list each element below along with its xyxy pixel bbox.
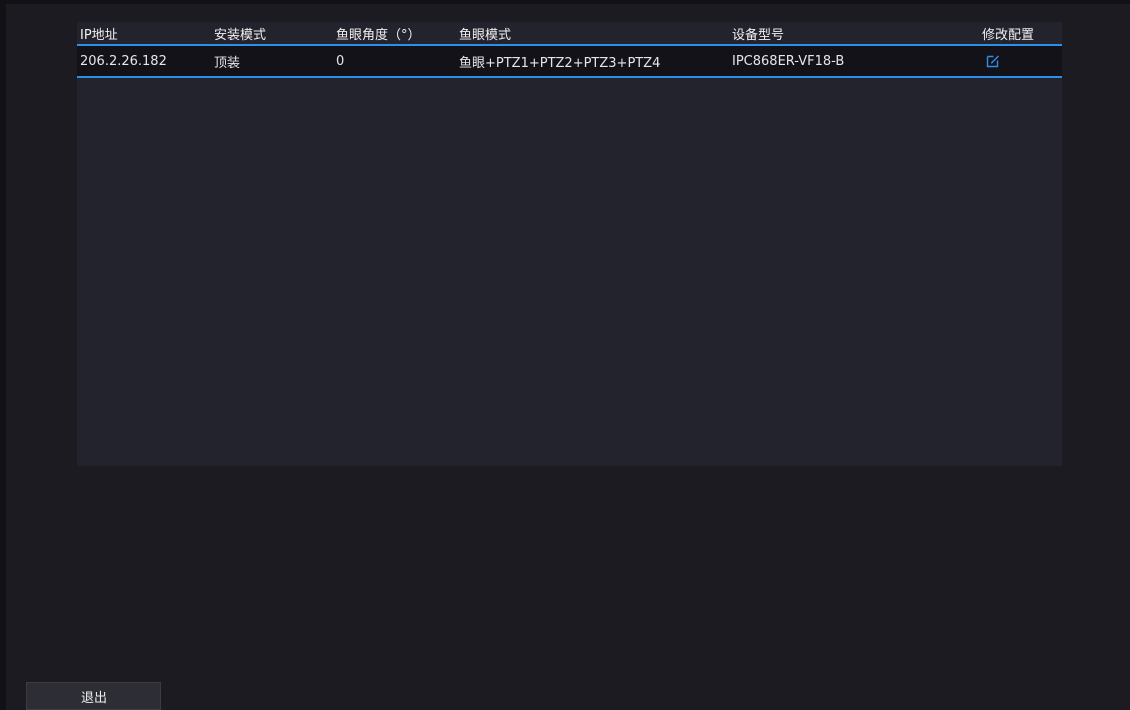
column-header-modify-config[interactable]: 修改配置 xyxy=(982,22,1034,44)
column-header-ip[interactable]: IP地址 xyxy=(80,22,118,44)
edit-icon[interactable] xyxy=(986,54,1000,68)
cell-install-mode: 顶装 xyxy=(214,55,241,71)
exit-button[interactable]: 退出 xyxy=(26,682,161,710)
column-header-install-mode[interactable]: 安装模式 xyxy=(214,22,266,44)
table-header: IP地址 安装模式 鱼眼角度（°） 鱼眼模式 设备型号 修改配置 xyxy=(77,22,1062,46)
device-table: IP地址 安装模式 鱼眼角度（°） 鱼眼模式 设备型号 修改配置 206.2.2… xyxy=(77,22,1062,466)
fisheye-config-window: IP地址 安装模式 鱼眼角度（°） 鱼眼模式 设备型号 修改配置 206.2.2… xyxy=(6,4,1130,710)
column-header-device-model[interactable]: 设备型号 xyxy=(732,22,784,44)
column-header-fisheye-angle[interactable]: 鱼眼角度（°） xyxy=(336,22,421,44)
table-row[interactable]: 206.2.26.182 顶装 0 鱼眼+PTZ1+PTZ2+PTZ3+PTZ4… xyxy=(77,46,1062,78)
column-header-fisheye-mode[interactable]: 鱼眼模式 xyxy=(459,22,511,44)
cell-fisheye-angle: 0 xyxy=(336,53,345,69)
cell-device-model: IPC868ER-VF18-B xyxy=(732,53,845,69)
cell-ip: 206.2.26.182 xyxy=(80,53,167,69)
cell-fisheye-mode: 鱼眼+PTZ1+PTZ2+PTZ3+PTZ4 xyxy=(459,55,661,71)
